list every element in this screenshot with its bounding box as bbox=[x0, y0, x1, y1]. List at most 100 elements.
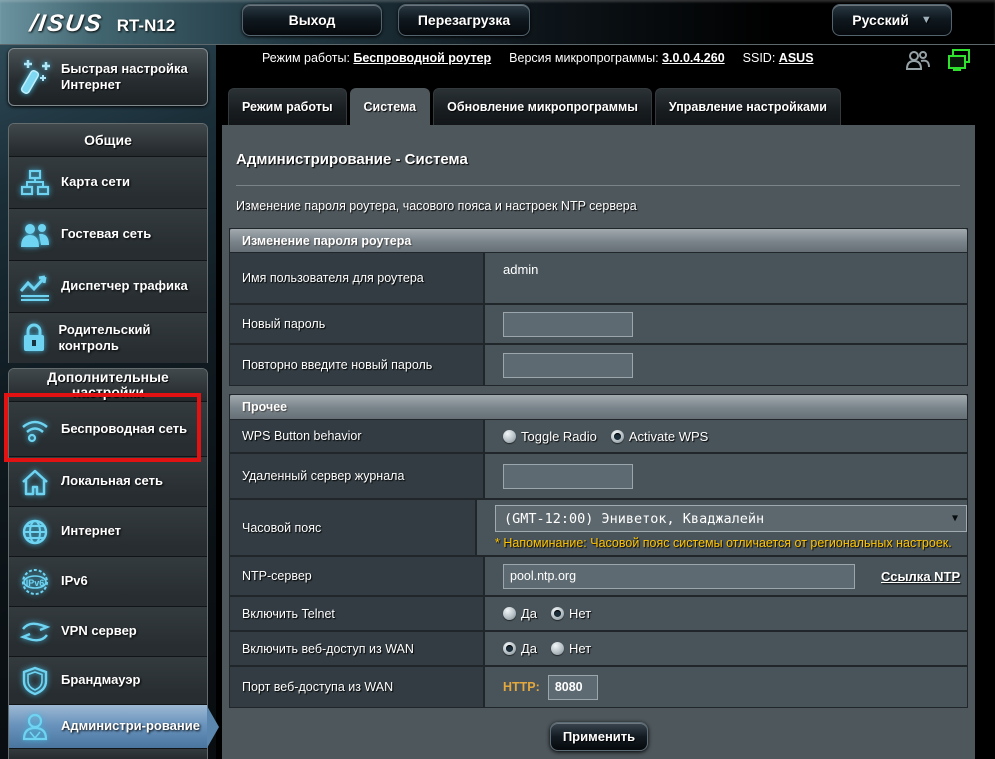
sidebar-item-network-map[interactable]: Карта сети bbox=[9, 156, 207, 208]
table-row-new-password: Новый пароль bbox=[230, 305, 967, 345]
advanced-section-header: Дополнительные настройки bbox=[9, 369, 207, 401]
misc-table: Прочее WPS Button behavior Toggle Radio … bbox=[229, 394, 968, 708]
globe-icon bbox=[9, 518, 61, 546]
wps-label: WPS Button behavior bbox=[230, 420, 485, 452]
table-row-wps: WPS Button behavior Toggle Radio Activat… bbox=[230, 420, 967, 454]
wps-toggle-radio-option[interactable]: Toggle Radio bbox=[503, 429, 597, 444]
table-row-telnet: Включить Telnet Да Нет bbox=[230, 597, 967, 632]
language-selector[interactable]: Русский ▼ bbox=[832, 4, 952, 36]
chevron-down-icon: ▼ bbox=[921, 5, 932, 35]
wifi-icon bbox=[9, 415, 61, 443]
sidebar-item-traffic-manager[interactable]: Диспетчер трафика bbox=[9, 260, 207, 312]
radio-selected-icon[interactable] bbox=[611, 430, 624, 443]
web-access-yes-option[interactable]: Да bbox=[503, 641, 537, 656]
confirm-password-label: Повторно введите новый пароль bbox=[230, 345, 485, 385]
sidebar-advanced-panel: Дополнительные настройки Беспроводная се… bbox=[8, 368, 208, 759]
telnet-yes-option[interactable]: Да bbox=[503, 606, 537, 621]
ssid: SSID: ASUS bbox=[743, 51, 814, 65]
ntp-server-input[interactable] bbox=[503, 564, 855, 589]
model-label: RT-N12 bbox=[117, 16, 176, 36]
web-access-no-option[interactable]: Нет bbox=[551, 641, 591, 656]
shield-icon bbox=[9, 666, 61, 696]
wps-activate-option[interactable]: Activate WPS bbox=[611, 429, 708, 444]
operation-mode: Режим работы: Беспроводной роутер bbox=[262, 51, 491, 65]
title-divider bbox=[236, 185, 960, 186]
http-label: HTTP: bbox=[503, 680, 540, 694]
traffic-chart-icon bbox=[9, 273, 61, 301]
new-password-input[interactable] bbox=[503, 312, 633, 337]
ssid-label: SSID: bbox=[743, 51, 776, 65]
sidebar-item-ipv6[interactable]: IPv6 IPv6 bbox=[9, 556, 207, 606]
vpn-arrows-icon bbox=[9, 619, 61, 645]
guest-network-icon bbox=[9, 221, 61, 249]
table-row-web-port: Порт веб-доступа из WAN HTTP: bbox=[230, 667, 967, 707]
clients-icon[interactable] bbox=[905, 49, 931, 71]
table-row-confirm-password: Повторно введите новый пароль bbox=[230, 345, 967, 385]
remote-log-label: Удаленный сервер журнала bbox=[230, 454, 485, 498]
firmware-version: Версия микропрограммы: 3.0.0.4.260 bbox=[509, 51, 725, 65]
remote-log-input[interactable] bbox=[503, 464, 633, 489]
radio-selected-icon[interactable] bbox=[551, 607, 564, 620]
svg-text:IPv6: IPv6 bbox=[26, 578, 45, 588]
timezone-note: * Напоминание: Часовой пояс системы отли… bbox=[495, 536, 952, 550]
sidebar-item-partial[interactable] bbox=[9, 748, 207, 759]
password-table: Изменение пароля роутера Имя пользовател… bbox=[229, 228, 968, 386]
tab-bar: Режим работы Система Обновление микропро… bbox=[228, 88, 841, 125]
network-status-icon[interactable] bbox=[947, 48, 971, 72]
ssid-link[interactable]: ASUS bbox=[779, 51, 814, 65]
telnet-radio-group: Да Нет bbox=[503, 606, 591, 621]
chevron-down-icon: ▼ bbox=[952, 513, 958, 524]
username-label: Имя пользователя для роутера bbox=[230, 253, 485, 303]
username-value: admin bbox=[485, 253, 967, 303]
top-bar: /ISUS RT-N12 Выход Перезагрузка Русский … bbox=[0, 0, 995, 45]
magic-wand-icon bbox=[9, 58, 61, 96]
status-bar: Режим работы: Беспроводной роутер Версия… bbox=[262, 51, 902, 65]
table-row-ntp: NTP-сервер Ссылка NTP bbox=[230, 557, 967, 597]
logout-button[interactable]: Выход bbox=[242, 4, 382, 36]
radio-selected-icon[interactable] bbox=[503, 642, 516, 655]
radio-unselected-icon[interactable] bbox=[551, 642, 564, 655]
brand-area: /ISUS RT-N12 bbox=[30, 10, 175, 38]
sidebar-item-guest-network[interactable]: Гостевая сеть bbox=[9, 208, 207, 260]
sidebar-item-vpn[interactable]: VPN сервер bbox=[9, 606, 207, 656]
timezone-label: Часовой пояс bbox=[230, 500, 477, 555]
radio-unselected-icon[interactable] bbox=[503, 430, 516, 443]
firmware-link[interactable]: 3.0.0.4.260 bbox=[662, 51, 725, 65]
page-title: Администрирование - Система bbox=[236, 151, 468, 168]
sidebar-item-administration[interactable]: Администри-рование bbox=[9, 704, 207, 748]
sidebar-general-panel: Общие Карта сети Го bbox=[8, 123, 208, 363]
language-value: Русский bbox=[852, 5, 909, 35]
quick-setup-label: Быстрая настройка Интернет bbox=[61, 61, 188, 94]
quick-internet-setup-button[interactable]: Быстрая настройка Интернет bbox=[8, 48, 208, 106]
ntp-label: NTP-сервер bbox=[230, 557, 485, 595]
mode-label: Режим работы: bbox=[262, 51, 350, 65]
new-password-label: Новый пароль bbox=[230, 305, 485, 343]
home-icon bbox=[9, 468, 61, 496]
timezone-select[interactable]: (GMT-12:00) Эниветок, Кваджалейн ▼ bbox=[495, 505, 967, 532]
sidebar-item-wireless[interactable]: Беспроводная сеть bbox=[9, 401, 207, 456]
table-row-remote-log: Удаленный сервер журнала bbox=[230, 454, 967, 500]
web-access-label: Включить веб-доступ из WAN bbox=[230, 632, 485, 665]
tab-settings-management[interactable]: Управление настройками bbox=[655, 88, 841, 125]
router-admin-page: /ISUS RT-N12 Выход Перезагрузка Русский … bbox=[0, 0, 995, 759]
sidebar-item-firewall[interactable]: Брандмауэр bbox=[9, 656, 207, 704]
sidebar-item-lan[interactable]: Локальная сеть bbox=[9, 456, 207, 506]
ipv6-globe-icon: IPv6 bbox=[9, 567, 61, 597]
mode-link[interactable]: Беспроводной роутер bbox=[353, 51, 491, 65]
padlock-icon bbox=[9, 323, 59, 353]
ntp-link[interactable]: Ссылка NTP bbox=[881, 569, 960, 584]
tab-firmware-upgrade[interactable]: Обновление микропрограммы bbox=[433, 88, 652, 125]
confirm-password-input[interactable] bbox=[503, 353, 633, 378]
tab-system[interactable]: Система bbox=[350, 88, 431, 125]
apply-button[interactable]: Применить bbox=[550, 722, 648, 751]
web-port-input[interactable] bbox=[548, 675, 598, 700]
tab-operation-mode[interactable]: Режим работы bbox=[228, 88, 347, 125]
web-access-radio-group: Да Нет bbox=[503, 641, 591, 656]
telnet-no-option[interactable]: Нет bbox=[551, 606, 591, 621]
sidebar-item-parental-control[interactable]: Родительский контроль bbox=[9, 312, 207, 363]
telnet-label: Включить Telnet bbox=[230, 597, 485, 630]
reboot-button[interactable]: Перезагрузка bbox=[398, 4, 530, 36]
radio-unselected-icon[interactable] bbox=[503, 607, 516, 620]
sidebar-item-wan[interactable]: Интернет bbox=[9, 506, 207, 556]
wps-radio-group: Toggle Radio Activate WPS bbox=[503, 429, 708, 444]
